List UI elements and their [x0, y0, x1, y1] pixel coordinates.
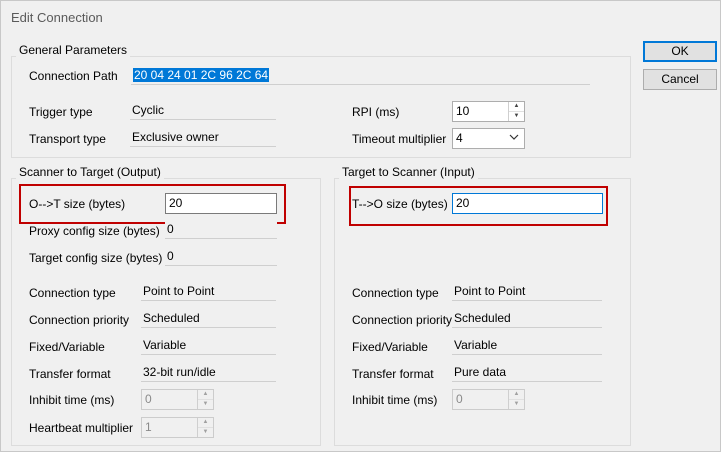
- t2s-inhibit-time-label: Inhibit time (ms): [352, 393, 438, 407]
- timeout-multiplier-label: Timeout multiplier: [352, 132, 447, 146]
- t2s-connection-priority-value: Scheduled: [452, 309, 602, 328]
- s2t-transfer-format-value: 32-bit run/idle: [141, 363, 276, 382]
- rpi-value: 10: [456, 104, 470, 118]
- scanner-to-target-label: Scanner to Target (Output): [16, 165, 164, 179]
- t2s-transfer-format-value: Pure data: [452, 363, 602, 382]
- spin-down-icon[interactable]: ▼: [509, 400, 524, 409]
- target-to-scanner-label: Target to Scanner (Input): [339, 165, 478, 179]
- proxy-config-size-label: Proxy config size (bytes): [29, 224, 160, 238]
- s2t-inhibit-time-value: 0: [145, 392, 152, 406]
- t2s-inhibit-time-value: 0: [456, 392, 463, 406]
- target-config-size-value: 0: [165, 247, 277, 266]
- trigger-type-label: Trigger type: [29, 105, 93, 119]
- ok-button[interactable]: OK: [643, 41, 717, 62]
- heartbeat-multiplier-label: Heartbeat multiplier: [29, 421, 134, 435]
- transport-type-label: Transport type: [29, 132, 106, 146]
- proxy-config-size-value: 0: [165, 220, 277, 239]
- t2s-fixed-variable-value: Variable: [452, 336, 602, 355]
- s2t-connection-priority-label: Connection priority: [29, 313, 130, 327]
- t2s-connection-type-label: Connection type: [352, 286, 439, 300]
- spin-up-icon[interactable]: ▲: [198, 418, 213, 428]
- t2s-connection-priority-label: Connection priority: [352, 313, 453, 327]
- s2t-inhibit-time-label: Inhibit time (ms): [29, 393, 115, 407]
- connection-path-value: 20 04 24 01 2C 96 2C 64: [133, 68, 270, 82]
- timeout-multiplier-select[interactable]: 4: [452, 128, 525, 149]
- spin-up-icon[interactable]: ▲: [509, 102, 524, 112]
- target-config-size-label: Target config size (bytes): [29, 251, 163, 265]
- t2s-connection-type-value: Point to Point: [452, 282, 602, 301]
- rpi-label: RPI (ms): [352, 105, 400, 119]
- ot-size-label: O-->T size (bytes): [29, 197, 126, 211]
- heartbeat-multiplier-value: 1: [145, 420, 152, 434]
- s2t-inhibit-time-stepper[interactable]: 0 ▲ ▼: [141, 389, 214, 410]
- s2t-connection-type-label: Connection type: [29, 286, 116, 300]
- s2t-transfer-format-label: Transfer format: [29, 367, 111, 381]
- rpi-stepper[interactable]: 10 ▲ ▼: [452, 101, 525, 122]
- t2s-fixed-variable-label: Fixed/Variable: [352, 340, 428, 354]
- edit-connection-dialog: Edit Connection OK Cancel General Parame…: [0, 0, 721, 452]
- heartbeat-multiplier-stepper[interactable]: 1 ▲ ▼: [141, 417, 214, 438]
- t2s-transfer-format-label: Transfer format: [352, 367, 434, 381]
- spin-up-icon[interactable]: ▲: [198, 390, 213, 400]
- cancel-button[interactable]: Cancel: [643, 69, 717, 90]
- window-title: Edit Connection: [11, 10, 103, 25]
- to-size-input[interactable]: 20: [452, 193, 603, 214]
- spin-down-icon[interactable]: ▼: [509, 112, 524, 121]
- trigger-type-value: Cyclic: [130, 101, 276, 120]
- timeout-multiplier-value: 4: [456, 131, 463, 145]
- connection-path-field[interactable]: 20 04 24 01 2C 96 2C 64: [131, 66, 590, 85]
- to-size-label: T-->O size (bytes): [352, 197, 448, 211]
- s2t-connection-priority-value: Scheduled: [141, 309, 276, 328]
- spin-down-icon[interactable]: ▼: [198, 400, 213, 409]
- t2s-inhibit-time-stepper[interactable]: 0 ▲ ▼: [452, 389, 525, 410]
- ot-size-input[interactable]: 20: [165, 193, 277, 214]
- general-parameters-label: General Parameters: [16, 43, 131, 57]
- spin-up-icon[interactable]: ▲: [509, 390, 524, 400]
- connection-path-label: Connection Path: [29, 69, 118, 83]
- s2t-connection-type-value: Point to Point: [141, 282, 276, 301]
- transport-type-value: Exclusive owner: [130, 128, 276, 147]
- s2t-fixed-variable-value: Variable: [141, 336, 276, 355]
- chevron-down-icon: [509, 132, 519, 144]
- s2t-fixed-variable-label: Fixed/Variable: [29, 340, 105, 354]
- spin-down-icon[interactable]: ▼: [198, 428, 213, 437]
